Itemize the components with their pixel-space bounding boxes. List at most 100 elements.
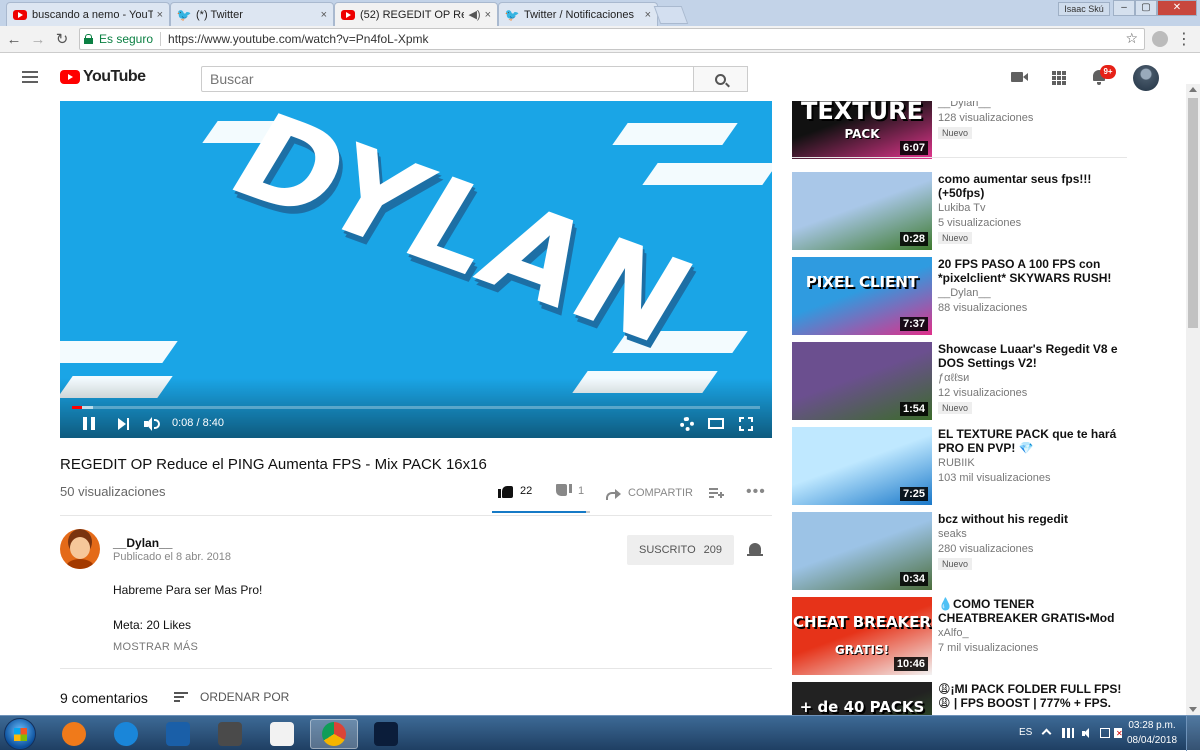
network-icon[interactable] xyxy=(1062,728,1074,738)
video-thumbnail[interactable]: PIXEL CLIENT 7:37 xyxy=(792,257,932,335)
video-thumbnail[interactable]: 0:28 xyxy=(792,172,932,250)
dislike-button[interactable]: 1 xyxy=(556,484,584,498)
taskbar-app[interactable] xyxy=(258,719,306,749)
language-indicator[interactable]: ES xyxy=(1019,727,1032,738)
recommendation-item[interactable]: PIXEL CLIENT 7:37 20 FPS PASO A 100 FPS co… xyxy=(792,257,1127,335)
recommendation-item[interactable]: + de 40 PACKS 😩¡MI PACK FOLDER FULL FPS! … xyxy=(792,682,1127,715)
recommendation-title[interactable]: como aumentar seus fps!!! (+50fps) xyxy=(938,172,1123,200)
minimize-button[interactable]: – xyxy=(1113,0,1135,16)
recommendation-title[interactable]: Showcase Luaar's Regedit V8 e DOS Settin… xyxy=(938,342,1123,370)
video-thumbnail[interactable]: 7:25 xyxy=(792,427,932,505)
forward-button[interactable]: → xyxy=(28,30,48,50)
recommendation-item[interactable]: 0:28 como aumentar seus fps!!! (+50fps) Lu… xyxy=(792,172,1127,250)
scroll-thumb[interactable] xyxy=(1188,98,1198,328)
taskbar-app[interactable] xyxy=(310,719,358,749)
channel-notification-bell-icon[interactable] xyxy=(747,542,763,558)
taskbar-app[interactable] xyxy=(206,719,254,749)
action-center-icon[interactable]: ✕ xyxy=(1114,728,1123,738)
channel-avatar[interactable] xyxy=(60,529,100,569)
power-icon[interactable] xyxy=(1100,728,1110,738)
next-video-icon[interactable] xyxy=(118,418,130,430)
recommendation-title[interactable]: 💧COMO TENER CHEATBREAKER GRATIS•Mod xyxy=(938,597,1123,625)
close-icon[interactable]: × xyxy=(485,9,491,21)
speaker-icon[interactable] xyxy=(1082,728,1094,738)
new-tab-button[interactable] xyxy=(653,6,689,24)
start-button[interactable] xyxy=(4,718,36,750)
more-actions-icon[interactable]: ••• xyxy=(746,483,766,501)
clock-date[interactable]: 08/04/2018 xyxy=(1127,735,1177,746)
taskbar-app[interactable] xyxy=(154,719,202,749)
share-button[interactable]: COMPARTIR xyxy=(606,487,693,500)
video-player[interactable]: DYLAN 0:08 / 8:40 xyxy=(60,101,772,438)
recommendation-title[interactable]: bcz without his regedit xyxy=(938,512,1123,526)
tray-expand-icon[interactable] xyxy=(1041,728,1052,739)
subscribe-button[interactable]: SUSCRITO 209 xyxy=(627,535,734,565)
fullscreen-icon[interactable] xyxy=(739,417,753,431)
video-thumbnail[interactable]: TEXTURE PACK 6:07 xyxy=(792,101,932,159)
recommendation-title[interactable]: 20 FPS PASO A 100 FPS con *pixelclient* … xyxy=(938,257,1123,285)
show-desktop-button[interactable] xyxy=(1186,716,1200,751)
close-icon[interactable]: × xyxy=(321,9,327,21)
recommendation-channel[interactable]: xAlfo_ xyxy=(938,627,969,639)
recommendation-item[interactable]: CHEAT BREAKER GRATIS! 10:46 💧COMO TENER CHE… xyxy=(792,597,1127,675)
scroll-down-arrow-icon[interactable] xyxy=(1189,707,1197,712)
recommendation-channel[interactable]: RUBIIK xyxy=(938,457,975,469)
extension-icon[interactable] xyxy=(1152,31,1168,47)
back-button[interactable]: ← xyxy=(4,30,24,50)
recommendation-channel[interactable]: seaks xyxy=(938,528,967,540)
tab-twitter[interactable]: 🐦 (*) Twitter × xyxy=(170,2,334,26)
clock-time[interactable]: 03:28 p.m. xyxy=(1127,720,1177,731)
recommendation-item[interactable]: 1:54 Showcase Luaar's Regedit V8 e DOS Se… xyxy=(792,342,1127,420)
windows-taskbar: ES ✕ 03:28 p.m. 08/04/2018 xyxy=(0,715,1200,751)
recommendation-channel[interactable]: __Dylan__ xyxy=(938,101,991,109)
taskbar-app[interactable] xyxy=(50,719,98,749)
search-input[interactable] xyxy=(201,66,694,92)
window-close-button[interactable]: ✕ xyxy=(1157,0,1197,16)
recommendation-item[interactable]: 7:25 EL TEXTURE PACK que te hará PRO EN P… xyxy=(792,427,1127,505)
progress-bar[interactable] xyxy=(72,406,760,409)
upload-video-icon[interactable] xyxy=(1011,72,1028,82)
search-button[interactable] xyxy=(694,66,748,92)
pause-icon[interactable] xyxy=(83,417,95,430)
address-bar[interactable]: Es seguro https://www.youtube.com/watch?… xyxy=(79,28,1145,50)
video-thumbnail[interactable]: 1:54 xyxy=(792,342,932,420)
scroll-up-arrow-icon[interactable] xyxy=(1189,87,1197,92)
video-thumbnail[interactable]: + de 40 PACKS xyxy=(792,682,932,715)
sort-comments-button[interactable]: ORDENAR POR xyxy=(174,690,289,704)
recommendation-item[interactable]: 0:34 bcz without his regedit seaks 280 visu… xyxy=(792,512,1127,590)
youtube-logo[interactable]: YouTube xyxy=(60,68,146,86)
like-button[interactable]: 22 xyxy=(498,484,532,498)
url-text[interactable]: https://www.youtube.com/watch?v=Pn4foL-X… xyxy=(168,32,428,46)
recommendation-channel[interactable]: ƒαℓℓѕи xyxy=(938,372,969,384)
tab-youtube-search[interactable]: buscando a nemo - YouT × xyxy=(6,2,170,26)
profile-badge[interactable]: Isaac Skú xyxy=(1058,2,1110,16)
apps-grid-icon[interactable] xyxy=(1052,71,1066,85)
close-icon[interactable]: × xyxy=(157,9,163,21)
recommendation-channel[interactable]: __Dylan__ xyxy=(938,287,991,299)
reload-button[interactable]: ↻ xyxy=(52,30,72,50)
audio-playing-icon[interactable]: ◀) xyxy=(468,8,480,21)
add-to-playlist-icon[interactable] xyxy=(709,487,724,499)
video-thumbnail[interactable]: CHEAT BREAKER GRATIS! 10:46 xyxy=(792,597,932,675)
browser-menu-icon[interactable]: ⋮ xyxy=(1176,29,1192,49)
taskbar-app[interactable] xyxy=(362,719,410,749)
tab-youtube-video[interactable]: (52) REGEDIT OP Redu ◀) × xyxy=(334,2,498,26)
hamburger-menu-icon[interactable] xyxy=(22,71,38,83)
recommendation-channel[interactable]: Lukiba Tv xyxy=(938,202,986,214)
recommendation-item[interactable]: TEXTURE PACK 6:07 __Dylan__ 128 visualizacio… xyxy=(792,101,1127,159)
theater-mode-icon[interactable] xyxy=(708,418,724,429)
recommendation-title[interactable]: 😩¡MI PACK FOLDER FULL FPS! 😩 | FPS BOOST… xyxy=(938,682,1123,710)
user-avatar[interactable] xyxy=(1133,65,1159,91)
video-thumbnail[interactable]: 0:34 xyxy=(792,512,932,590)
taskbar-app[interactable] xyxy=(102,719,150,749)
bookmark-star-icon[interactable]: ☆ xyxy=(1125,30,1138,47)
maximize-button[interactable]: ▢ xyxy=(1135,0,1157,16)
tab-twitter-notifications[interactable]: 🐦 Twitter / Notificaciones × xyxy=(498,2,658,26)
channel-name[interactable]: __Dylan__ xyxy=(113,536,172,550)
show-more-button[interactable]: MOSTRAR MÁS xyxy=(113,641,198,653)
page-scrollbar[interactable] xyxy=(1186,84,1200,715)
close-icon[interactable]: × xyxy=(645,9,651,21)
recommendation-title[interactable]: EL TEXTURE PACK que te hará PRO EN PVP! … xyxy=(938,427,1123,455)
security-indicator[interactable]: Es seguro xyxy=(80,32,153,46)
settings-gear-icon[interactable] xyxy=(680,417,694,431)
